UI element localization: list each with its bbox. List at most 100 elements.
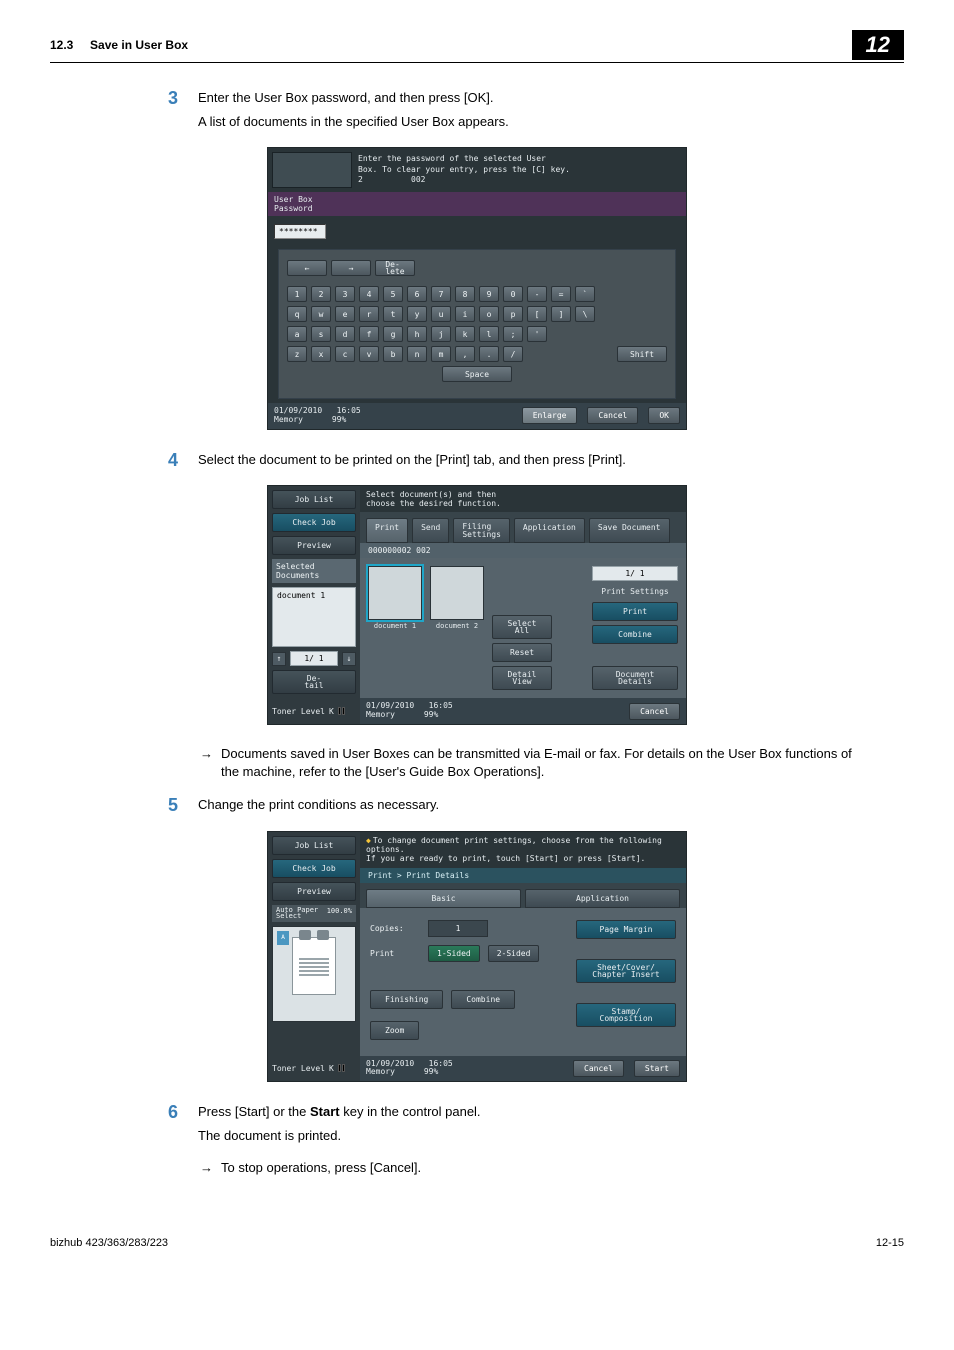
selected-doc-name: document 1 [272,587,356,647]
preview-button[interactable]: Preview [272,536,356,555]
key[interactable]: o [479,306,499,322]
reset-button[interactable]: Reset [492,643,552,662]
key[interactable]: 0 [503,286,523,302]
key[interactable]: p [503,306,523,322]
key[interactable]: e [335,306,355,322]
page-margin-button[interactable]: Page Margin [576,920,676,939]
combine-button[interactable]: Combine [451,990,515,1009]
doc-content: document 1 document 2 Select All Reset D… [360,558,686,699]
step-number: 6 [160,1102,178,1149]
stamp-button[interactable]: Stamp/ Composition [576,1003,676,1027]
key[interactable]: a [287,326,307,342]
key[interactable]: h [407,326,427,342]
ok-button[interactable]: OK [648,407,680,424]
doc-details-button[interactable]: Document Details [592,666,678,690]
checkjob-button[interactable]: Check Job [272,513,356,532]
key[interactable]: b [383,346,403,362]
key[interactable]: v [359,346,379,362]
mfp-instruction: Enter the password of the selected User … [358,152,570,185]
key[interactable]: [ [527,306,547,322]
key[interactable]: z [287,346,307,362]
tab-application[interactable]: Application [525,889,680,908]
delete-key[interactable]: De- lete [375,260,415,276]
key[interactable]: y [407,306,427,322]
tab-basic[interactable]: Basic [366,889,521,908]
key[interactable]: 7 [431,286,451,302]
detail-view-button[interactable]: Detail View [492,666,552,690]
doc-thumb[interactable]: document 2 [430,566,484,691]
key[interactable]: ' [527,326,547,342]
cancel-button[interactable]: Cancel [573,1060,624,1077]
checkjob-button[interactable]: Check Job [272,859,356,878]
step-5: 5 Change the print conditions as necessa… [160,795,904,819]
key[interactable]: q [287,306,307,322]
tab-application[interactable]: Application [514,518,585,542]
key[interactable]: k [455,326,475,342]
key[interactable]: , [455,346,475,362]
detail-button[interactable]: De- tail [272,670,356,694]
doc-thumb[interactable]: document 1 [368,566,422,691]
enlarge-button[interactable]: Enlarge [522,407,578,424]
key[interactable]: s [311,326,331,342]
key[interactable]: 6 [407,286,427,302]
tab-savedoc[interactable]: Save Document [589,518,670,542]
tab-print[interactable]: Print [366,518,408,542]
key[interactable]: f [359,326,379,342]
page-up-icon[interactable]: ↑ [272,652,286,666]
key[interactable]: ` [575,286,595,302]
cancel-button[interactable]: Cancel [629,703,680,720]
arrow-left-key[interactable]: ← [287,260,327,276]
joblist-button[interactable]: Job List [272,490,356,509]
key[interactable]: c [335,346,355,362]
start-button[interactable]: Start [634,1060,680,1077]
twosided-button[interactable]: 2-Sided [488,945,540,962]
key[interactable]: 2 [311,286,331,302]
key[interactable]: l [479,326,499,342]
page-preview: A [272,926,356,1022]
key[interactable]: x [311,346,331,362]
page-down-icon[interactable]: ↓ [342,652,356,666]
key[interactable]: r [359,306,379,322]
key[interactable]: 5 [383,286,403,302]
password-input[interactable]: ******** [274,224,326,239]
key[interactable]: g [383,326,403,342]
finishing-button[interactable]: Finishing [370,990,443,1009]
key[interactable]: u [431,306,451,322]
arrow-right-key[interactable]: → [331,260,371,276]
key[interactable]: / [503,346,523,362]
key[interactable]: ] [551,306,571,322]
select-all-button[interactable]: Select All [492,615,552,639]
copies-value[interactable]: 1 [428,920,488,937]
key[interactable]: = [551,286,571,302]
space-key[interactable]: Space [442,366,512,382]
key[interactable]: 1 [287,286,307,302]
key[interactable]: m [431,346,451,362]
key[interactable]: . [479,346,499,362]
key[interactable]: \ [575,306,595,322]
tab-send[interactable]: Send [412,518,449,542]
key[interactable]: 9 [479,286,499,302]
print-button[interactable]: Print [592,602,678,621]
tab-filing[interactable]: Filing Settings [453,518,510,542]
joblist-button[interactable]: Job List [272,836,356,855]
key[interactable]: 8 [455,286,475,302]
instruction-text: ◆To change document print settings, choo… [360,832,686,868]
cancel-button[interactable]: Cancel [587,407,638,424]
step4-note: → Documents saved in User Boxes can be t… [200,745,864,781]
key[interactable]: n [407,346,427,362]
key[interactable]: t [383,306,403,322]
key[interactable]: i [455,306,475,322]
key[interactable]: ; [503,326,523,342]
key[interactable]: - [527,286,547,302]
key[interactable]: w [311,306,331,322]
shift-key[interactable]: Shift [617,346,667,362]
combine-button[interactable]: Combine [592,625,678,644]
zoom-button[interactable]: Zoom [370,1021,419,1040]
preview-button[interactable]: Preview [272,882,356,901]
onesided-button[interactable]: 1-Sided [428,945,480,962]
key[interactable]: 4 [359,286,379,302]
key[interactable]: d [335,326,355,342]
key[interactable]: 3 [335,286,355,302]
sheet-cover-button[interactable]: Sheet/Cover/ Chapter Insert [576,959,676,983]
key[interactable]: j [431,326,451,342]
